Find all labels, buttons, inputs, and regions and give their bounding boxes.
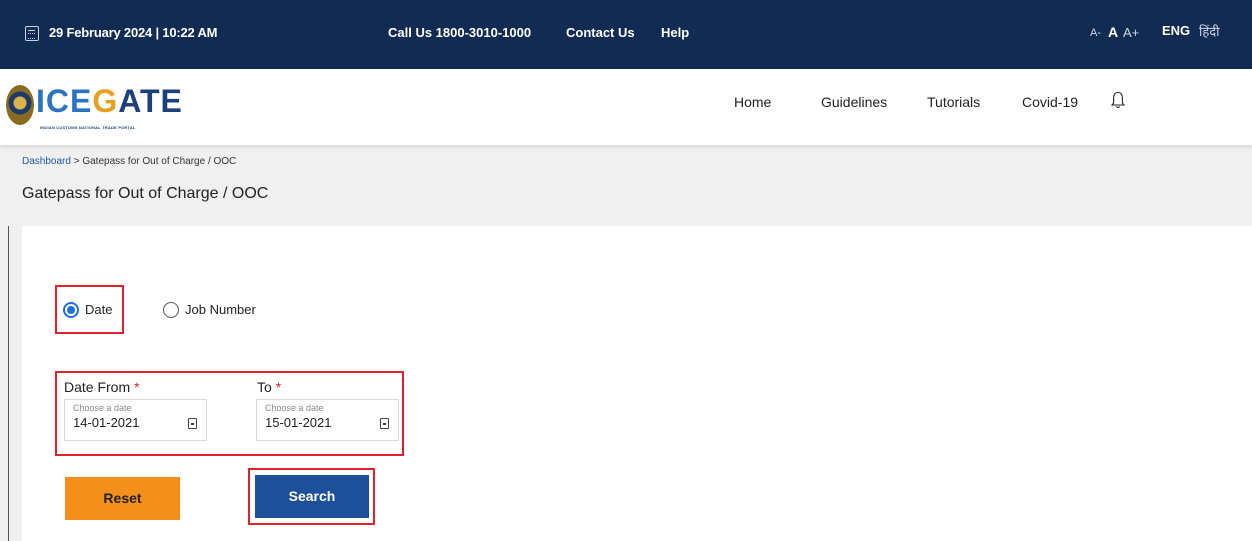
font-decrease-button[interactable]: A-: [1090, 27, 1101, 39]
breadcrumb: Dashboard > Gatepass for Out of Charge /…: [22, 156, 236, 167]
font-increase-button[interactable]: A+: [1123, 25, 1139, 40]
site-header: ICEGATE INDIAN CUSTOMS NATIONAL TRADE PO…: [0, 69, 1252, 145]
breadcrumb-dashboard-link[interactable]: Dashboard: [22, 156, 71, 167]
calendar-icon: [25, 26, 39, 41]
nav-tutorials[interactable]: Tutorials: [927, 94, 980, 110]
nav-guidelines[interactable]: Guidelines: [821, 94, 887, 110]
breadcrumb-separator: >: [70, 156, 83, 167]
date-to-placeholder: Choose a date: [265, 403, 324, 413]
nav-covid-19[interactable]: Covid-19: [1022, 94, 1078, 110]
logo-wordmark: ICEGATE: [36, 83, 183, 119]
reset-button[interactable]: Reset: [65, 477, 180, 520]
current-datetime: 29 February 2024 | 10:22 AM: [49, 25, 218, 40]
date-to-value[interactable]: 15-01-2021: [265, 415, 332, 430]
page-title: Gatepass for Out of Charge / OOC: [22, 185, 269, 202]
date-from-value[interactable]: 14-01-2021: [73, 415, 140, 430]
job-number-radio[interactable]: [163, 302, 179, 318]
required-asterisk: *: [134, 379, 140, 395]
breadcrumb-current: Gatepass for Out of Charge / OOC: [82, 156, 237, 167]
date-radio[interactable]: [63, 302, 79, 318]
calendar-icon[interactable]: [188, 418, 197, 429]
font-normal-button[interactable]: A: [1108, 24, 1118, 40]
search-button[interactable]: Search: [255, 475, 369, 518]
required-asterisk: *: [275, 379, 282, 395]
date-radio-label[interactable]: Date: [85, 302, 112, 317]
left-border-line: [8, 226, 9, 541]
bell-icon[interactable]: [1111, 91, 1125, 109]
logo-tagline: INDIAN CUSTOMS NATIONAL TRADE PORTAL: [40, 125, 136, 130]
date-to-field[interactable]: Choose a date 15-01-2021: [256, 399, 399, 441]
top-bar: 29 February 2024 | 10:22 AM Call Us 1800…: [0, 0, 1252, 69]
calendar-icon[interactable]: [380, 418, 389, 429]
date-from-placeholder: Choose a date: [73, 403, 132, 413]
contact-us-link[interactable]: Contact Us: [566, 25, 635, 40]
emblem-icon: [6, 85, 34, 125]
language-english-button[interactable]: ENG: [1162, 23, 1190, 38]
nav-home[interactable]: Home: [734, 94, 771, 110]
icegate-logo[interactable]: ICEGATE INDIAN CUSTOMS NATIONAL TRADE PO…: [6, 83, 206, 133]
page: 29 February 2024 | 10:22 AM Call Us 1800…: [0, 0, 1252, 541]
job-number-radio-label[interactable]: Job Number: [185, 302, 256, 317]
language-hindi-button[interactable]: हिंदी: [1199, 22, 1220, 40]
date-from-label: Date From *: [64, 379, 140, 395]
call-us-text: Call Us 1800-3010-1000: [388, 25, 532, 40]
help-link[interactable]: Help: [661, 25, 689, 40]
date-from-field[interactable]: Choose a date 14-01-2021: [64, 399, 207, 441]
date-to-label: To *: [257, 379, 282, 395]
